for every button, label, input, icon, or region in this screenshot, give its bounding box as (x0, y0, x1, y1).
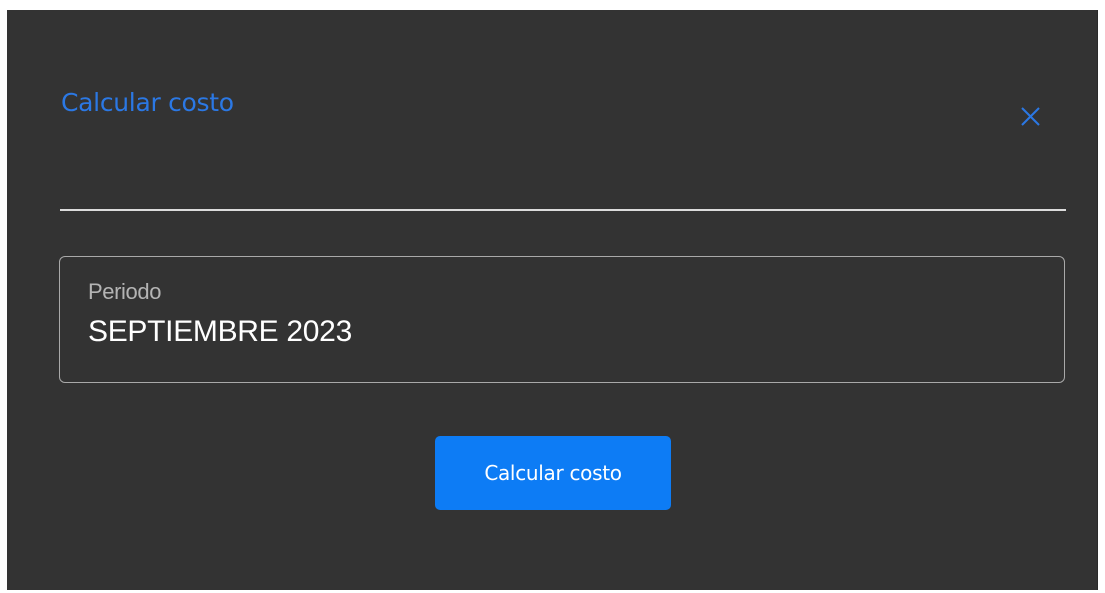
close-button[interactable] (1018, 103, 1044, 129)
dialog-title: Calcular costo (61, 88, 234, 117)
period-field[interactable]: Periodo SEPTIEMBRE 2023 (59, 256, 1065, 383)
period-value[interactable]: SEPTIEMBRE 2023 (88, 315, 352, 349)
header-divider (60, 209, 1066, 211)
calculate-cost-button[interactable]: Calcular costo (435, 436, 671, 510)
calculate-cost-dialog: Calcular costo Periodo SEPTIEMBRE 2023 C… (7, 10, 1098, 590)
close-icon (1021, 107, 1040, 126)
period-label: Periodo (88, 279, 162, 304)
